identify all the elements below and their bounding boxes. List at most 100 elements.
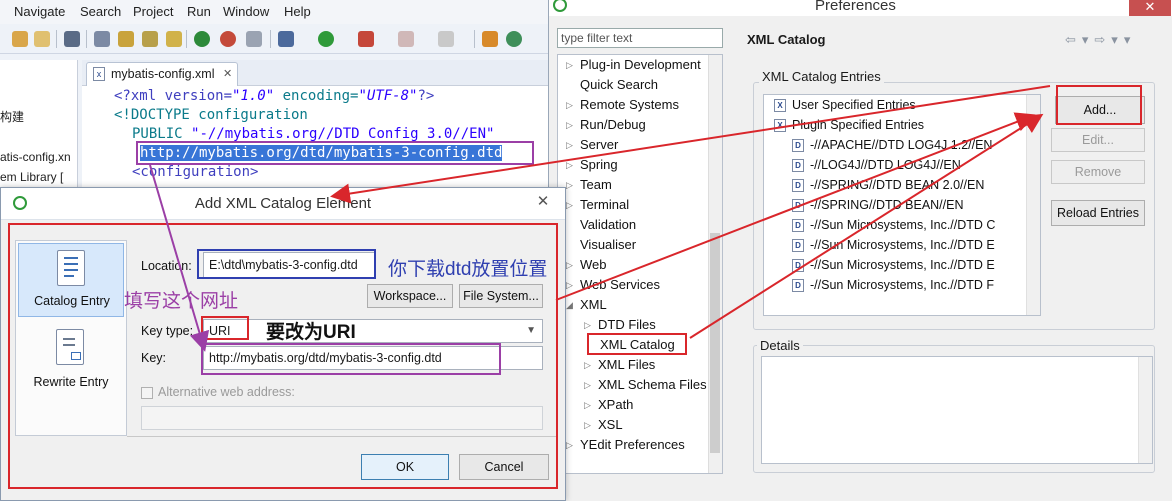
tree-expander-icon[interactable]: ▷ xyxy=(584,380,591,391)
refresh-icon[interactable] xyxy=(506,31,522,47)
console-icon[interactable] xyxy=(64,31,80,47)
dtd-file-icon: D xyxy=(792,279,804,292)
run-icon[interactable] xyxy=(318,31,334,47)
external-tools-icon[interactable] xyxy=(358,31,374,47)
tree-item[interactable]: Quick Search xyxy=(580,77,658,92)
page-title: XML Catalog xyxy=(747,32,826,47)
edit-button[interactable]: Edit... xyxy=(1051,128,1145,152)
tree-expander-icon[interactable]: ▷ xyxy=(566,120,573,131)
catalog-entry-item[interactable]: -//SPRING//DTD BEAN 2.0//EN xyxy=(810,178,984,192)
save-all-icon[interactable] xyxy=(12,31,28,47)
catalog-entry-item[interactable]: -//APACHE//DTD LOG4J 1.2//EN xyxy=(810,138,992,152)
tree-item[interactable]: Web xyxy=(580,257,607,272)
preferences-tree[interactable]: ▷ Plug-in Development Quick Search ▷ Remote … xyxy=(557,54,723,474)
tree-expander-icon[interactable]: ▷ xyxy=(566,60,573,71)
remove-button[interactable]: Remove xyxy=(1051,160,1145,184)
debug-icon[interactable] xyxy=(278,31,294,47)
catalog-entry-item[interactable]: -//LOG4J//DTD LOG4J//EN xyxy=(810,158,961,172)
filter-input[interactable]: type filter text xyxy=(557,28,723,48)
build-icon[interactable] xyxy=(166,31,182,47)
xml-editor[interactable]: <?xml version="1.0" encoding="UTF-8"?> <… xyxy=(82,86,548,188)
tree-expander-icon[interactable]: ▷ xyxy=(566,140,573,151)
details-scrollbar[interactable] xyxy=(1138,357,1152,463)
annotation-fill-url: 填写这个网址 xyxy=(124,291,239,312)
annotation-xmlcatalog-box xyxy=(587,333,687,355)
catalog-entries-tree[interactable]: X User Specified Entries X Plugin Specified… xyxy=(763,94,1041,316)
tree-item[interactable]: YEdit Preferences xyxy=(580,437,685,452)
close-icon[interactable]: ✕ xyxy=(531,192,555,212)
menu-project[interactable]: Project xyxy=(133,4,173,19)
entries-group-label: XML Catalog Entries xyxy=(759,69,884,84)
package-icon[interactable] xyxy=(118,31,134,47)
code-line-3: PUBLIC "-//mybatis.org//DTD Config 3.0//… xyxy=(132,126,495,142)
tree-item[interactable]: Spring xyxy=(580,157,618,172)
dialog-title: Add XML Catalog Element xyxy=(194,195,372,212)
stop-disabled-icon[interactable] xyxy=(398,31,414,47)
menu-search[interactable]: Search xyxy=(80,4,121,19)
history-nav-icons[interactable]: ⇦▾⇨▾▾ xyxy=(1065,32,1136,48)
open-icon[interactable] xyxy=(34,31,50,47)
web-icon[interactable] xyxy=(246,31,262,47)
tree-item[interactable]: XML Files xyxy=(598,357,655,372)
dtd-file-icon: D xyxy=(792,259,804,272)
editor-tab-bar: x mybatis-config.xml ✕ xyxy=(82,60,548,86)
details-label: Details xyxy=(757,338,803,353)
coverage-icon[interactable] xyxy=(438,31,454,47)
tree-expander-icon[interactable]: ▷ xyxy=(566,160,573,171)
tree-expander-icon[interactable]: ▷ xyxy=(584,320,591,331)
close-icon[interactable]: ✕ xyxy=(1129,0,1171,16)
tree-expander-icon[interactable]: ▷ xyxy=(566,200,573,211)
catalog-entry-item[interactable]: -//Sun Microsystems, Inc.//DTD C xyxy=(810,218,995,232)
tree-item[interactable]: XML Schema Files xyxy=(598,377,707,392)
left-pane-text: 构建 xyxy=(0,110,25,124)
start-server-icon[interactable] xyxy=(194,31,210,47)
catalog-entry-item[interactable]: -//Sun Microsystems, Inc.//DTD F xyxy=(810,278,994,292)
menu-run[interactable]: Run xyxy=(187,4,211,19)
tree-item[interactable]: XPath xyxy=(598,397,633,412)
left-pane-file[interactable]: atis-config.xn xyxy=(0,150,71,164)
pin-icon[interactable] xyxy=(94,31,110,47)
annotation-keytype-box xyxy=(201,316,249,340)
tree-item[interactable]: Team xyxy=(580,177,612,192)
tree-item[interactable]: Plug-in Development xyxy=(580,57,701,72)
tree-item[interactable]: Run/Debug xyxy=(580,117,646,132)
reload-entries-button[interactable]: Reload Entries xyxy=(1051,200,1145,226)
editor-tab[interactable]: x mybatis-config.xml ✕ xyxy=(86,62,238,86)
left-pane-library[interactable]: em Library [ xyxy=(0,170,63,184)
catalog-folder-icon: X xyxy=(774,119,786,132)
entries-scrollbar[interactable] xyxy=(1026,95,1040,315)
tree-expander-icon[interactable]: ▷ xyxy=(584,400,591,411)
tree-expander-icon[interactable]: ▷ xyxy=(566,180,573,191)
catalog-entry-item[interactable]: -//Sun Microsystems, Inc.//DTD E xyxy=(810,258,995,272)
tree-expander-icon[interactable]: ▷ xyxy=(566,440,573,451)
package-icon-2[interactable] xyxy=(142,31,158,47)
catalog-entry-item[interactable]: -//SPRING//DTD BEAN//EN xyxy=(810,198,964,212)
tree-item[interactable]: XSL xyxy=(598,417,623,432)
tree-expander-icon[interactable]: ▷ xyxy=(566,260,573,271)
menu-help[interactable]: Help xyxy=(284,4,311,19)
tree-item[interactable]: Web Services xyxy=(580,277,660,292)
details-area[interactable] xyxy=(761,356,1153,464)
close-icon[interactable]: ✕ xyxy=(223,67,232,80)
tree-expander-icon[interactable]: ▷ xyxy=(566,280,573,291)
tree-item[interactable]: Validation xyxy=(580,217,636,232)
catalog-entry-item[interactable]: -//Sun Microsystems, Inc.//DTD E xyxy=(810,238,995,252)
tree-expander-icon[interactable]: ▷ xyxy=(584,420,591,431)
tree-item[interactable]: DTD Files xyxy=(598,317,656,332)
tree-scrollbar[interactable] xyxy=(708,55,722,473)
xml-file-icon: x xyxy=(93,67,105,81)
menu-window[interactable]: Window xyxy=(223,4,269,19)
new-wizard-icon[interactable] xyxy=(482,31,498,47)
tree-item[interactable]: Remote Systems xyxy=(580,97,679,112)
tree-item[interactable]: Terminal xyxy=(580,197,629,212)
tree-expander-icon[interactable]: ▷ xyxy=(566,100,573,111)
catalog-group-item[interactable]: User Specified Entries xyxy=(792,98,916,112)
catalog-group-item[interactable]: Plugin Specified Entries xyxy=(792,118,924,132)
stop-icon[interactable] xyxy=(220,31,236,47)
tree-expander-icon[interactable]: ◢ xyxy=(566,300,573,311)
tree-item[interactable]: Server xyxy=(580,137,618,152)
tree-expander-icon[interactable]: ▷ xyxy=(584,360,591,371)
tree-item[interactable]: XML xyxy=(580,297,607,312)
menu-navigate[interactable]: Navigate xyxy=(14,4,65,19)
tree-item[interactable]: Visualiser xyxy=(580,237,636,252)
